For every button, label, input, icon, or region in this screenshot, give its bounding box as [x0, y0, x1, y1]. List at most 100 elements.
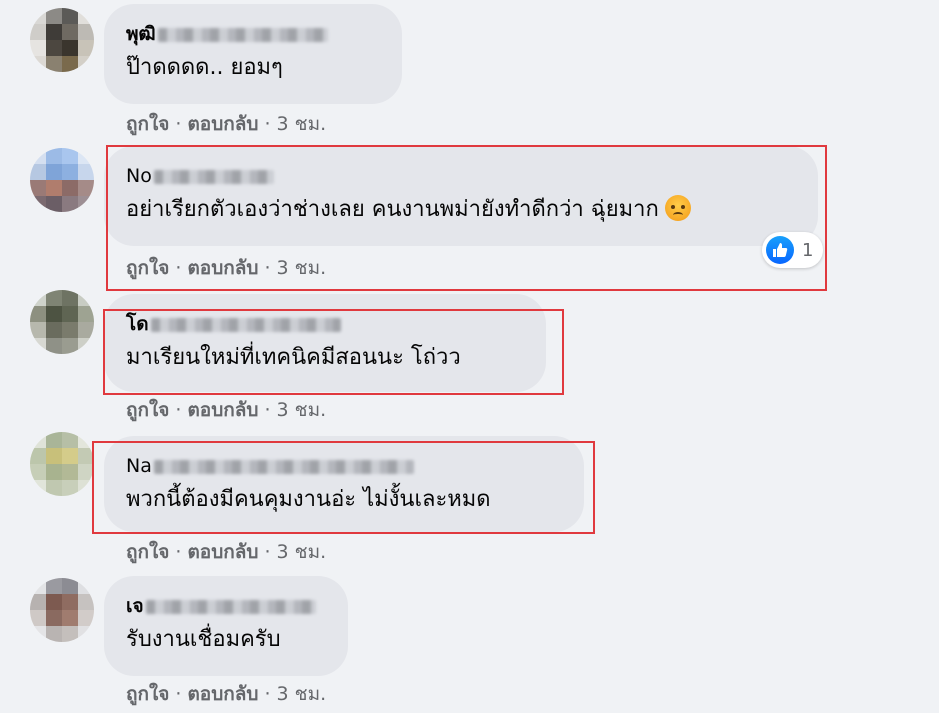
avatar-pixel [30, 148, 46, 164]
avatar-pixel [30, 448, 46, 464]
comment-text: มาเรียนใหม่ที่เทคนิคมีสอนนะ โถ่วว [126, 345, 461, 370]
avatar-pixel [30, 306, 46, 322]
avatar-pixel [46, 448, 62, 464]
avatar-pixel [62, 180, 78, 196]
avatar-pixel [78, 610, 94, 626]
avatar-pixel [46, 306, 62, 322]
commenter-avatar[interactable] [30, 290, 94, 354]
avatar-pixel [30, 338, 46, 354]
comment-timestamp[interactable]: 3 ชม. [277, 399, 327, 421]
avatar-pixel [30, 164, 46, 180]
avatar-pixel [62, 448, 78, 464]
avatar-pixel [78, 24, 94, 40]
avatar-pixel [78, 196, 94, 212]
avatar-pixel [30, 8, 46, 24]
comment-actions: ถูกใจ · ตอบกลับ · 3 ชม. [126, 257, 327, 279]
avatar-pixel [62, 290, 78, 306]
avatar-pixel [78, 290, 94, 306]
comment-bubble: No อย่าเรียกตัวเองว่าช่างเลย คนงานพม่ายั… [104, 146, 818, 246]
avatar-pixel [78, 448, 94, 464]
avatar-pixel [62, 164, 78, 180]
like-link[interactable]: ถูกใจ [126, 113, 169, 135]
avatar-pixel [62, 24, 78, 40]
comment-author-name[interactable]: เจ [126, 594, 326, 618]
avatar-pixel [62, 306, 78, 322]
commenter-avatar[interactable] [30, 8, 94, 72]
avatar-pixel [46, 148, 62, 164]
comment-actions: ถูกใจ · ตอบกลับ · 3 ชม. [126, 683, 327, 705]
avatar-pixel [62, 148, 78, 164]
comment-timestamp[interactable]: 3 ชม. [277, 541, 327, 563]
avatar-pixel [30, 464, 46, 480]
comment-author-name[interactable]: โด [126, 312, 524, 336]
avatar-pixel [46, 432, 62, 448]
avatar-pixel [46, 594, 62, 610]
like-link[interactable]: ถูกใจ [126, 541, 169, 563]
avatar-pixel [46, 40, 62, 56]
reaction-summary[interactable]: 1 [762, 232, 824, 268]
comment-text: รับงานเชื่อมครับ [126, 627, 281, 652]
reply-link[interactable]: ตอบกลับ [187, 541, 258, 563]
avatar-pixel [78, 322, 94, 338]
avatar-pixel [30, 322, 46, 338]
comment-author-name[interactable]: No [126, 164, 796, 188]
comment-timestamp[interactable]: 3 ชม. [277, 113, 327, 135]
avatar-pixel [46, 480, 62, 496]
comment-text: ป๊าดดดด.. ยอมๆ [126, 55, 283, 80]
avatar-pixel [46, 164, 62, 180]
angry-face-emoji-icon [664, 195, 691, 221]
like-reaction-icon [766, 236, 794, 264]
avatar-pixel [62, 8, 78, 24]
comment-timestamp[interactable]: 3 ชม. [277, 257, 327, 279]
avatar-pixel [30, 40, 46, 56]
avatar-pixel [46, 24, 62, 40]
avatar-pixel [78, 432, 94, 448]
comment-author-name[interactable]: พุฒิ [126, 22, 380, 46]
reply-link[interactable]: ตอบกลับ [187, 399, 258, 421]
avatar-pixel [30, 480, 46, 496]
avatar-pixel [46, 56, 62, 72]
commenter-avatar[interactable] [30, 148, 94, 212]
avatar-pixel [62, 480, 78, 496]
avatar-pixel [30, 56, 46, 72]
avatar-pixel [46, 578, 62, 594]
avatar-pixel [78, 164, 94, 180]
like-link[interactable]: ถูกใจ [126, 399, 169, 421]
comment-bubble: โด มาเรียนใหม่ที่เทคนิคมีสอนนะ โถ่วว [104, 294, 546, 392]
avatar-pixel [78, 338, 94, 354]
avatar-pixel [30, 594, 46, 610]
avatar-pixel [62, 626, 78, 642]
like-link[interactable]: ถูกใจ [126, 683, 169, 705]
avatar-pixel [78, 8, 94, 24]
avatar-pixel [30, 578, 46, 594]
avatar-pixel [78, 594, 94, 610]
comment-actions: ถูกใจ · ตอบกลับ · 3 ชม. [126, 541, 327, 563]
comment-timestamp[interactable]: 3 ชม. [277, 683, 327, 705]
avatar-pixel [62, 464, 78, 480]
avatar-pixel [62, 56, 78, 72]
comment-text: อย่าเรียกตัวเองว่าช่างเลย คนงานพม่ายังทำ… [126, 194, 796, 226]
avatar-pixel [62, 322, 78, 338]
avatar-pixel [46, 322, 62, 338]
reply-link[interactable]: ตอบกลับ [187, 257, 258, 279]
commenter-avatar[interactable] [30, 432, 94, 496]
reply-link[interactable]: ตอบกลับ [187, 113, 258, 135]
commenter-avatar[interactable] [30, 578, 94, 642]
comment-actions: ถูกใจ · ตอบกลับ · 3 ชม. [126, 399, 327, 421]
avatar-pixel [78, 480, 94, 496]
avatar-pixel [78, 56, 94, 72]
avatar-pixel [78, 40, 94, 56]
reply-link[interactable]: ตอบกลับ [187, 683, 258, 705]
comment-author-name[interactable]: Na [126, 454, 562, 478]
avatar-pixel [78, 464, 94, 480]
comment-bubble: Na พวกนี้ต้องมีคนคุมงานอ่ะ ไม่งั้นเละหมด [104, 436, 584, 532]
avatar-pixel [78, 148, 94, 164]
avatar-pixel [30, 24, 46, 40]
avatar-pixel [62, 338, 78, 354]
avatar-pixel [62, 594, 78, 610]
comment-bubble: พุฒิ ป๊าดดดด.. ยอมๆ [104, 4, 402, 104]
avatar-pixel [46, 290, 62, 306]
like-link[interactable]: ถูกใจ [126, 257, 169, 279]
avatar-pixel [62, 196, 78, 212]
comment-actions: ถูกใจ · ตอบกลับ · 3 ชม. [126, 113, 327, 135]
